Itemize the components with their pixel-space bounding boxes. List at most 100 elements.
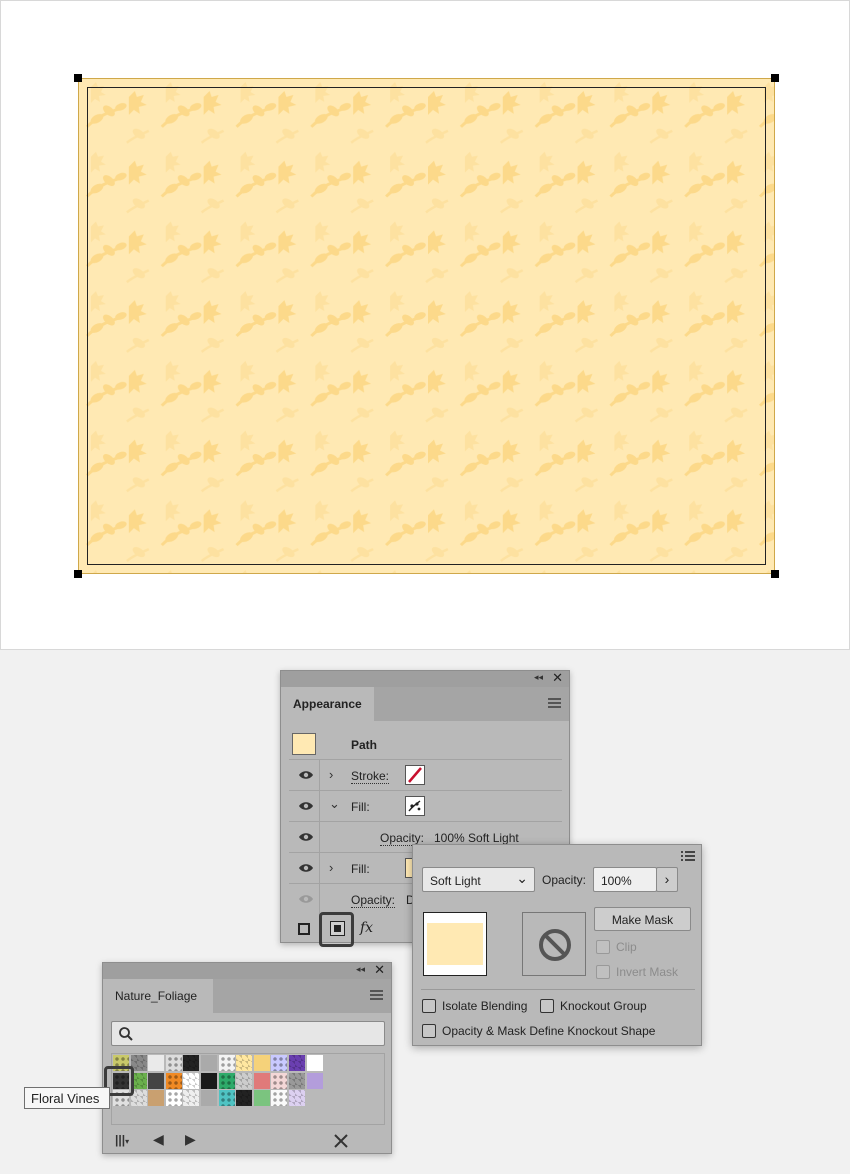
appearance-fill-row-1[interactable]: ⌄ Fill: xyxy=(289,791,562,822)
swatch-tile[interactable] xyxy=(236,1090,253,1107)
transparency-panel: Soft Light ⌄ Opacity: 100% › Make Mask C… xyxy=(412,844,702,1046)
appearance-path-row[interactable]: Path xyxy=(289,729,562,760)
invert-mask-label: Invert Mask xyxy=(616,965,679,979)
swatch-tile[interactable] xyxy=(183,1072,200,1089)
chevron-right-icon[interactable]: › xyxy=(329,767,333,782)
swatch-tile[interactable] xyxy=(201,1090,217,1107)
swatch-tile[interactable] xyxy=(306,1072,323,1089)
swatch-tile[interactable] xyxy=(218,1090,235,1107)
fill-label[interactable]: Fill: xyxy=(351,862,370,876)
swatch-tile[interactable] xyxy=(289,1090,305,1107)
opacity-mask-knockout-checkbox[interactable] xyxy=(422,1024,436,1038)
row-separator xyxy=(319,884,320,915)
swatch-tile[interactable] xyxy=(148,1090,165,1107)
panel-menu-icon[interactable] xyxy=(370,990,383,1000)
fill-label[interactable]: Fill: xyxy=(351,800,370,814)
stroke-label[interactable]: Stroke: xyxy=(351,769,390,784)
none-slash-icon xyxy=(408,767,422,783)
swatch-libraries-menu-icon[interactable]: |||▾ xyxy=(115,1133,129,1147)
eye-icon[interactable] xyxy=(298,769,314,781)
appearance-tab-bar: Appearance xyxy=(281,687,569,721)
selection-handle-top-left[interactable] xyxy=(74,74,82,82)
swatch-tile[interactable] xyxy=(148,1055,165,1071)
swatch-tile[interactable] xyxy=(289,1055,305,1071)
panel-title-bar[interactable]: ◂◂ ✕ xyxy=(103,962,391,979)
brush-tools-icon[interactable] xyxy=(333,1133,349,1149)
swatches-bottom-bar: |||▾ ◀ ▶ xyxy=(103,1129,391,1153)
swatch-tile[interactable] xyxy=(183,1090,200,1107)
path-thumbnail xyxy=(292,733,316,755)
clip-checkbox[interactable] xyxy=(596,940,610,954)
add-stroke-icon[interactable] xyxy=(298,923,310,935)
collapse-icon[interactable]: ◂◂ xyxy=(534,672,543,683)
swatch-tile[interactable] xyxy=(165,1072,182,1089)
swatch-tile[interactable] xyxy=(183,1055,200,1071)
opacity-stepper-button[interactable]: › xyxy=(656,867,678,892)
inner-path-outline xyxy=(87,87,766,565)
row-separator xyxy=(319,853,320,884)
chevron-right-icon[interactable]: › xyxy=(329,860,333,875)
knockout-group-checkbox[interactable] xyxy=(540,999,554,1013)
fx-icon[interactable]: fx xyxy=(360,920,373,936)
swatch-tile[interactable] xyxy=(271,1090,288,1107)
appearance-stroke-row[interactable]: › Stroke: xyxy=(289,760,562,791)
eye-icon[interactable] xyxy=(298,831,314,843)
fill-pattern-swatch[interactable] xyxy=(405,796,425,816)
swatch-tile[interactable] xyxy=(253,1055,270,1071)
swatch-tile[interactable] xyxy=(218,1055,235,1071)
swatch-tile[interactable] xyxy=(201,1055,217,1071)
search-icon xyxy=(119,1027,133,1041)
swatch-tile[interactable] xyxy=(306,1055,323,1071)
invert-mask-checkbox[interactable] xyxy=(596,965,610,979)
swatch-tile[interactable] xyxy=(289,1072,305,1089)
selection-handle-bottom-right[interactable] xyxy=(771,570,779,578)
swatch-tile[interactable] xyxy=(253,1072,270,1089)
panel-menu-icon[interactable] xyxy=(548,698,561,708)
opacity-label: Opacity: xyxy=(542,873,587,887)
swatch-tooltip: Floral Vines xyxy=(24,1087,110,1109)
eye-icon[interactable] xyxy=(298,862,314,874)
close-icon[interactable]: ✕ xyxy=(374,962,385,978)
selection-handle-top-right[interactable] xyxy=(771,74,779,82)
tab-appearance[interactable]: Appearance xyxy=(281,687,374,721)
swatch-tile[interactable] xyxy=(201,1072,217,1089)
mask-thumbnail[interactable] xyxy=(522,912,586,976)
swatch-tile[interactable] xyxy=(165,1055,182,1071)
clip-label: Clip xyxy=(616,940,637,954)
swatch-tile[interactable] xyxy=(236,1055,253,1071)
opacity-input-value: 100% xyxy=(601,874,632,888)
selection-handle-bottom-left[interactable] xyxy=(74,570,82,578)
artboard xyxy=(0,0,850,650)
swatch-tile[interactable] xyxy=(165,1090,182,1107)
tab-nature-foliage[interactable]: Nature_Foliage xyxy=(103,979,213,1013)
opacity-label[interactable]: Opacity: xyxy=(351,893,396,908)
eye-icon[interactable] xyxy=(298,893,314,905)
swatch-search-input[interactable] xyxy=(111,1021,385,1046)
swatch-tile[interactable] xyxy=(271,1072,288,1089)
eye-icon[interactable] xyxy=(298,800,314,812)
pattern-thumbnail xyxy=(427,923,483,965)
isolate-blending-checkbox[interactable] xyxy=(422,999,436,1013)
blend-mode-select[interactable]: Soft Light ⌄ xyxy=(422,867,535,892)
swatch-tile[interactable] xyxy=(271,1055,288,1071)
previous-library-icon[interactable]: ◀ xyxy=(153,1131,164,1148)
panel-title-bar[interactable]: ◂◂ ✕ xyxy=(281,670,569,687)
object-thumbnail[interactable] xyxy=(423,912,487,976)
opacity-input[interactable]: 100% xyxy=(593,867,657,892)
panel-options-icon[interactable] xyxy=(681,850,695,861)
next-library-icon[interactable]: ▶ xyxy=(185,1131,196,1148)
row-separator xyxy=(319,822,320,853)
close-icon[interactable]: ✕ xyxy=(552,670,563,686)
swatch-library-panel: ◂◂ ✕ Nature_Foliage |||▾ ◀ ▶ xyxy=(102,962,392,1154)
swatch-tile[interactable] xyxy=(218,1072,235,1089)
row-separator xyxy=(319,760,320,791)
swatch-tile[interactable] xyxy=(148,1072,165,1089)
vine-pattern-icon xyxy=(408,800,421,812)
opacity-mask-knockout-label: Opacity & Mask Define Knockout Shape xyxy=(442,1024,656,1038)
chevron-down-icon[interactable]: ⌄ xyxy=(329,796,340,812)
swatch-tile[interactable] xyxy=(236,1072,253,1089)
swatch-tile[interactable] xyxy=(253,1090,270,1107)
stroke-none-swatch[interactable] xyxy=(405,765,425,785)
make-mask-button[interactable]: Make Mask xyxy=(594,907,691,931)
collapse-icon[interactable]: ◂◂ xyxy=(356,964,365,975)
